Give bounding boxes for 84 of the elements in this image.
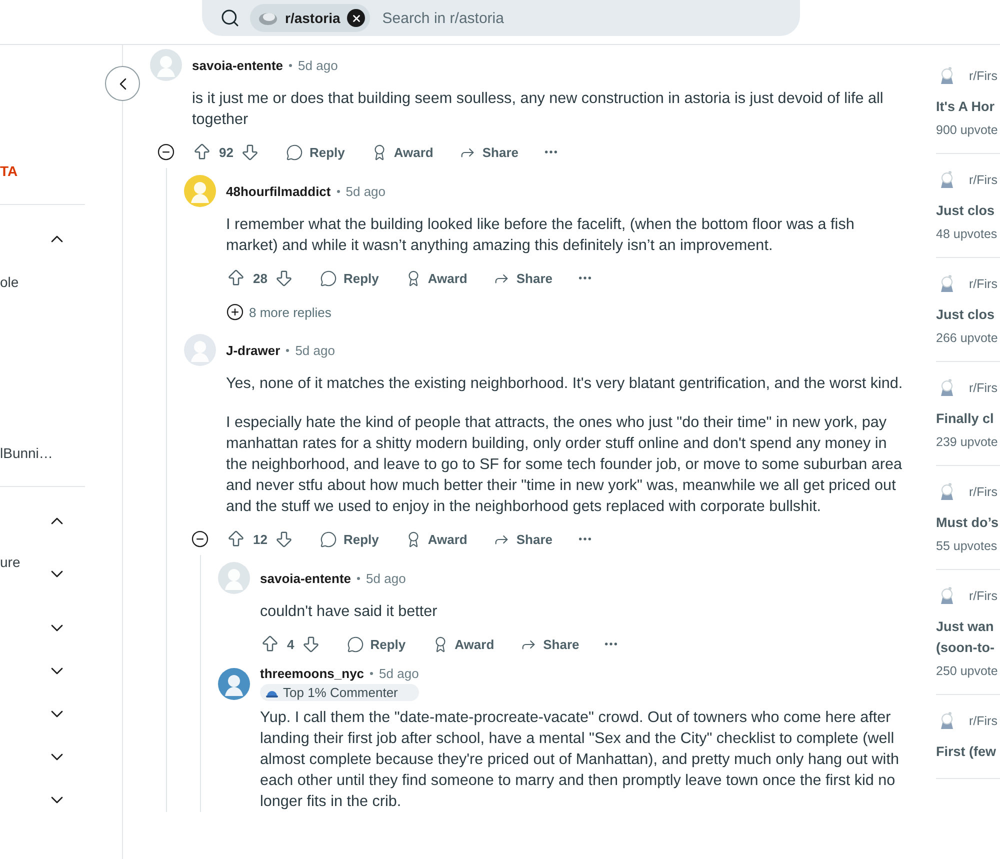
comment-text: is it just me or does that building seem soulless, any new construction in astoria is just devoid of life all together (192, 89, 884, 130)
more-replies-button[interactable]: 8 more replies (218, 303, 332, 321)
share-button[interactable]: Share (483, 262, 563, 294)
speech-bubble-icon (320, 270, 338, 286)
share-button[interactable]: Share (483, 523, 563, 555)
upvote-count: 250 upvote (936, 664, 999, 678)
username[interactable]: J-drawer (226, 342, 280, 358)
comment-text: I remember what the building looked like before the facelift, (when the bottom floor was a fish market) and while it wasn’t anything amazing this definitely isn’t an improvement. (226, 215, 856, 256)
speech-bubble-icon (347, 636, 364, 652)
sidebar-link[interactable]: lBunni… (0, 444, 53, 460)
vote-count: 4 (287, 636, 294, 652)
upvote-count: 266 upvote (936, 331, 999, 345)
community-name[interactable]: r/Firs (969, 485, 998, 499)
username[interactable]: threemoons_nyc (260, 666, 364, 681)
down-arrow-icon[interactable] (240, 142, 260, 162)
community-name[interactable]: r/Firs (969, 589, 998, 603)
search-field[interactable]: r/astoria Search in r/astoria (202, 0, 800, 36)
community-chip[interactable]: r/astoria (250, 4, 370, 32)
search-icon (220, 8, 240, 28)
comment-text: Yes, none of it matches the existing neighborhood. It's very blatant gentrification, and the worst kind. (226, 374, 904, 394)
post-title[interactable]: Just clos (936, 200, 1000, 221)
sidebar-link[interactable]: ure (0, 554, 20, 570)
post-title[interactable]: Must do’s (936, 512, 1000, 533)
reply-button[interactable]: Reply (310, 523, 389, 555)
upvote-count: 239 upvote (936, 435, 999, 449)
plus-icon (226, 303, 244, 321)
close-icon[interactable] (350, 12, 362, 24)
sidebar-link[interactable]: TA (0, 162, 18, 178)
community-name[interactable]: r/Firs (969, 69, 998, 83)
award-button[interactable]: Award (394, 262, 478, 294)
share-button[interactable]: Share (510, 628, 590, 660)
timestamp: 5d ago (379, 666, 419, 681)
clear-button[interactable] (347, 9, 366, 27)
upvote-count: 900 upvote (936, 123, 999, 137)
flair-text: Top 1% Commenter (283, 685, 398, 700)
post-title[interactable]: Finally cl (936, 408, 1000, 429)
up-arrow-icon[interactable] (226, 268, 246, 288)
reply-button[interactable]: Reply (276, 136, 355, 168)
upvote-count: 48 upvotes (936, 227, 998, 241)
username[interactable]: 48hourfilmaddict (226, 184, 331, 198)
vote-count: 12 (253, 532, 268, 546)
community-name[interactable]: r/Firs (969, 173, 998, 187)
timestamp: 5d ago (295, 342, 335, 358)
post-title[interactable]: Just wan (soon-to- (936, 616, 1000, 658)
post-title[interactable]: Just clos (936, 304, 1000, 325)
separator-dot (336, 190, 340, 192)
comment-text: I especially hate the kind of people that attracts, the ones who just "do their time" in new york, pay manhattan rates for a shitty modern building, only order stuff online and don't spend any money in the neighborhood, and leave to go to SF for some tech founder job, or move to some suburban area and never stfu about how much better their "time in new york" was, meanwhile we all get priced out and the stuff we used to enjoy in the neighborhood gets replaced with corporate bullshit. (226, 413, 904, 517)
upvote-count: 55 upvotes (936, 539, 998, 553)
speech-bubble-icon (286, 144, 304, 160)
collapse-icon[interactable] (157, 143, 175, 161)
up-arrow-icon[interactable] (226, 529, 246, 549)
separator-dot (370, 672, 374, 675)
community-icon (258, 10, 278, 26)
award-button[interactable]: Award (360, 136, 444, 168)
reply-button[interactable]: Reply (310, 262, 389, 294)
community-name[interactable]: r/Firs (969, 277, 998, 291)
speech-bubble-icon (320, 530, 338, 548)
timestamp: 5d ago (366, 570, 406, 586)
vote-count: 28 (253, 270, 268, 286)
collapse-icon[interactable] (191, 530, 209, 548)
award-button[interactable]: Award (422, 628, 504, 660)
community-name[interactable]: r/Firs (969, 381, 998, 395)
down-arrow-icon[interactable] (301, 634, 322, 654)
username[interactable]: savoia-entente (192, 58, 284, 72)
post-title[interactable]: First (few (936, 741, 1000, 762)
sidebar-link[interactable]: ole (0, 274, 19, 290)
up-arrow-icon[interactable] (192, 142, 212, 162)
separator-dot (289, 64, 292, 66)
timestamp: 5d ago (346, 184, 386, 198)
comment-text: couldn't have said it better (260, 602, 438, 622)
separator-dot (286, 348, 290, 352)
timestamp: 5d ago (298, 58, 338, 72)
reply-button[interactable]: Reply (337, 628, 416, 660)
down-arrow-icon[interactable] (274, 529, 294, 549)
separator-dot (357, 576, 360, 580)
down-arrow-icon[interactable] (274, 268, 294, 288)
community-name[interactable]: r/Firs (969, 714, 998, 728)
award-button[interactable]: Award (394, 523, 478, 555)
comment-text: Yup. I call them the "date-mate-procreate-vacate" crowd. Out of towners who come here after landing their first job after school, have a mental "Sex and the City" checklist to complete (well almost complete because they're priced out of Manhattan), and pretty much only hang out with each other until they find someone to marry and then promptly leave town once the first kid no longer fits in the crib. (260, 708, 900, 812)
username[interactable]: savoia-entente (260, 570, 352, 586)
vote-count: 92 (219, 144, 234, 160)
up-arrow-icon[interactable] (260, 634, 280, 654)
share-button[interactable]: Share (449, 136, 529, 168)
post-title[interactable]: It's A Hor (936, 96, 1000, 117)
